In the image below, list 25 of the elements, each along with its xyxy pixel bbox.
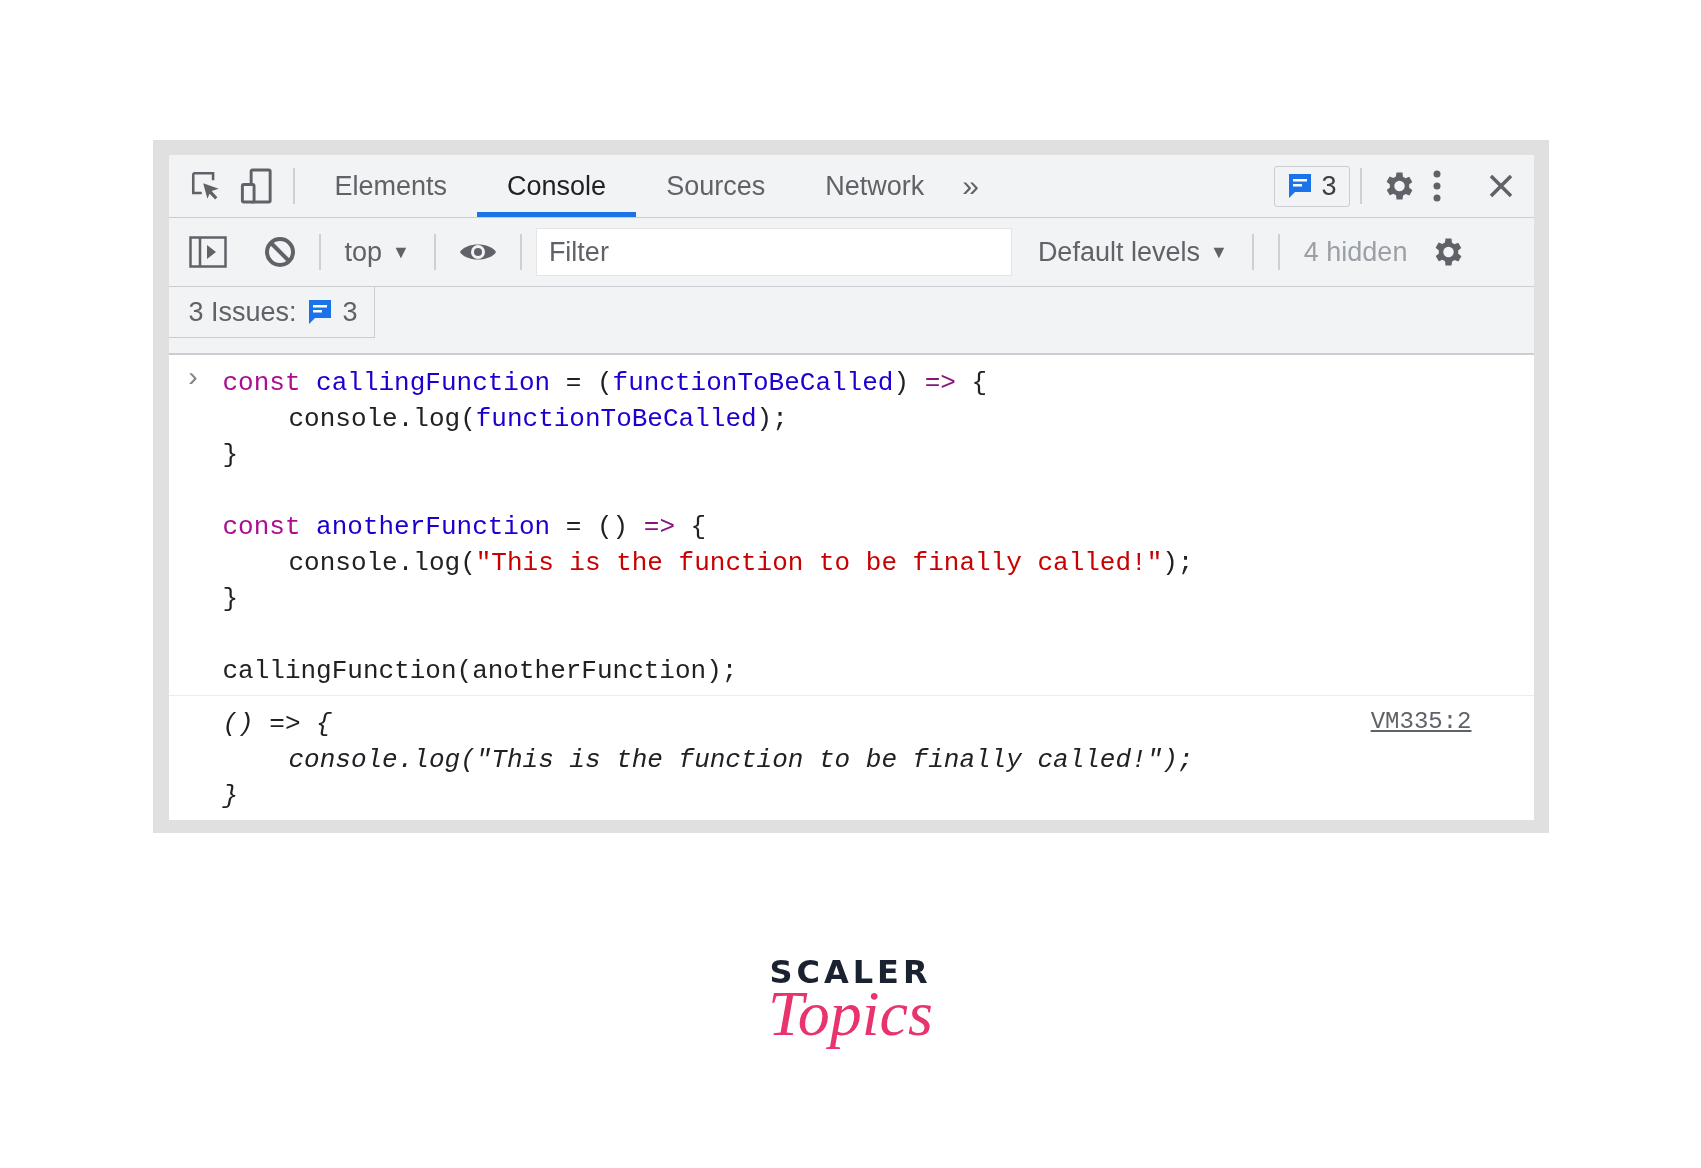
source-link[interactable]: VM335:2 — [1370, 708, 1472, 735]
output-line: console.log("This is the function to be finally called!"); — [288, 744, 1194, 777]
code-line: console.log("This is the function to be finally called!"); — [288, 547, 1194, 580]
message-icon — [306, 298, 333, 326]
filter-field[interactable]: Filter — [535, 228, 1012, 276]
tab[interactable]: Console — [477, 155, 637, 217]
tab[interactable]: Elements — [304, 155, 478, 217]
code-line: console.log(functionToBeCalled); — [288, 403, 788, 436]
code-line: callingFunction(anotherFunction); — [222, 655, 738, 688]
code-line: } — [222, 439, 239, 472]
context-dropdown[interactable]: top ▼ — [334, 236, 420, 268]
levels-dropdown[interactable]: Default levels ▼ — [1027, 236, 1238, 268]
message-icon — [1287, 172, 1314, 200]
more-tabs-button[interactable]: » — [954, 165, 987, 207]
prompt-icon: › — [184, 363, 202, 394]
tab[interactable]: Sources — [636, 155, 796, 217]
code-line: const callingFunction = (functionToBeCalled) => { — [222, 367, 988, 400]
output-line: } — [222, 780, 239, 813]
output-line: () => { — [222, 708, 332, 741]
hidden-count: 4 hidden — [1302, 236, 1409, 268]
tab[interactable]: Network — [795, 155, 955, 217]
issues-button[interactable]: 3 Issues: 3 — [168, 287, 375, 338]
issues-badge[interactable]: 3 — [1274, 165, 1350, 207]
code-line: } — [222, 583, 239, 616]
code-line: const anotherFunction = () => { — [222, 511, 707, 544]
